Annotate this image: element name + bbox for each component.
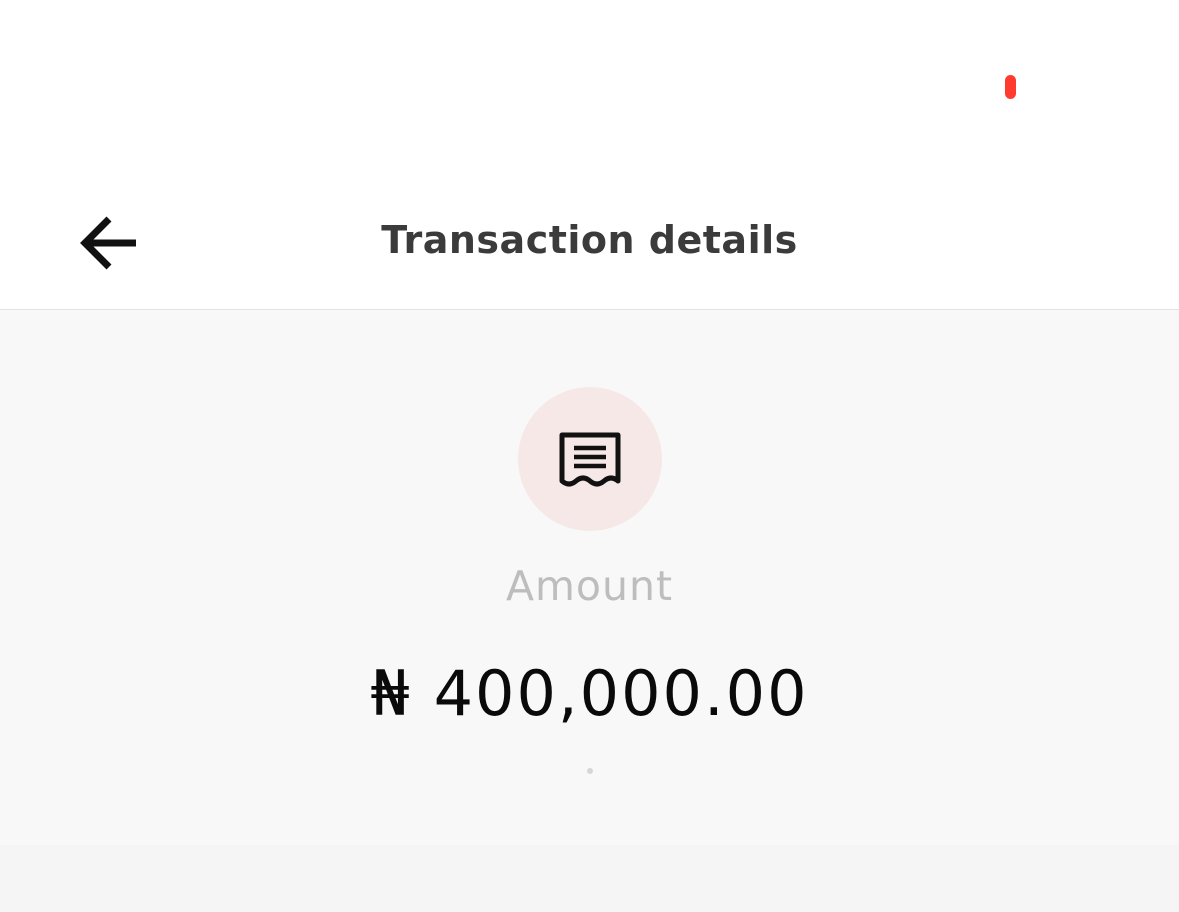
transaction-summary: Amount ₦ 400,000.00: [0, 310, 1179, 845]
details-section-top: [0, 845, 1179, 912]
transaction-details-screen: Transaction details Amount ₦ 400,000.00: [0, 0, 1179, 912]
amount-label: Amount: [505, 562, 674, 610]
receipt-icon-badge: [518, 387, 662, 531]
page-title: Transaction details: [381, 218, 798, 262]
status-bar: [0, 0, 1179, 180]
amount-value: ₦ 400,000.00: [370, 657, 809, 730]
recording-indicator: [1005, 75, 1016, 99]
page-indicator-dot: [587, 768, 593, 774]
receipt-icon: [559, 432, 621, 487]
navigation-bar: Transaction details: [0, 180, 1179, 310]
